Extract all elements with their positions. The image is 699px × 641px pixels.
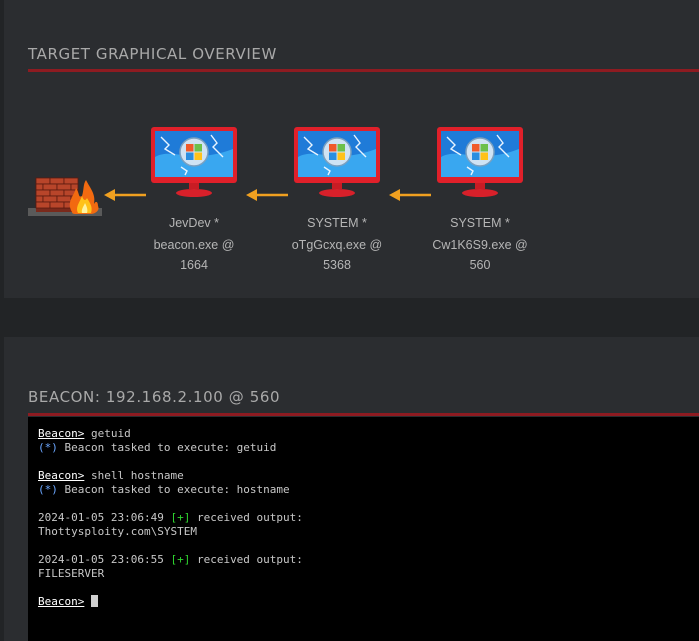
console-input-line[interactable]: Beacon> — [38, 595, 303, 609]
console-text: Beacon tasked to execute: hostname — [57, 483, 290, 496]
node-user-label: SYSTEM * — [307, 216, 367, 230]
console-command: getuid — [84, 427, 131, 440]
node-process-label: Cw1K6S9.exe @560 — [432, 238, 528, 272]
compromised-monitor-icon — [294, 127, 380, 197]
console-blank-line — [38, 581, 303, 595]
node-user-label: JevDev * — [168, 216, 220, 230]
console-line: (*) Beacon tasked to execute: getuid — [38, 441, 303, 455]
console-timestamp: 2024-01-05 23:06:49 — [38, 511, 171, 524]
console-line: Thottysploity.com\SYSTEM — [38, 525, 303, 539]
console-output: Beacon> getuid (*) Beacon tasked to exec… — [38, 427, 303, 609]
console-line: 2024-01-05 23:06:49 [+] received output: — [38, 511, 303, 525]
firewall-icon — [28, 177, 102, 216]
console-blank-line — [38, 539, 303, 553]
beacon-title: BEACON: 192.168.2.100 @ 560 — [28, 388, 281, 406]
console-command: shell hostname — [84, 469, 184, 482]
node-process-label: oTgGcxq.exe @5368 — [291, 238, 383, 272]
console-text: Beacon tasked to execute: getuid — [57, 441, 277, 454]
console-line: 2024-01-05 23:06:55 [+] received output: — [38, 553, 303, 567]
target-overview-panel: TARGET GRAPHICAL OVERVIEW JevDev * beaco… — [4, 0, 699, 298]
console-line: Beacon> getuid — [38, 427, 303, 441]
console-blank-line — [38, 497, 303, 511]
console-line: (*) Beacon tasked to execute: hostname — [38, 483, 303, 497]
console-output-text: FILESERVER — [38, 567, 105, 580]
host-node[interactable]: SYSTEM * Cw1K6S9.exe @560 — [420, 127, 540, 275]
text-cursor — [90, 595, 98, 607]
node-user-label: SYSTEM * — [450, 216, 510, 230]
success-marker: [+] — [170, 511, 191, 524]
beacon-prompt: Beacon> — [38, 469, 85, 482]
console-text: received output: — [190, 553, 303, 566]
compromised-monitor-icon — [437, 127, 523, 197]
beacon-console-panel: BEACON: 192.168.2.100 @ 560 Beacon> getu… — [4, 337, 699, 641]
console-line: Beacon> shell hostname — [38, 469, 303, 483]
console-text: received output: — [190, 511, 303, 524]
beacon-prompt: Beacon> — [38, 427, 85, 440]
info-marker: (*) — [38, 441, 58, 454]
info-marker: (*) — [38, 483, 58, 496]
host-node[interactable]: SYSTEM * oTgGcxq.exe @5368 — [277, 127, 397, 275]
console-line: FILESERVER — [38, 567, 303, 581]
console-timestamp: 2024-01-05 23:06:55 — [38, 553, 171, 566]
node-process-label: beacon.exe @1664 — [153, 238, 235, 272]
host-node[interactable]: JevDev * beacon.exe @1664 — [134, 127, 254, 275]
beacon-prompt: Beacon> — [38, 595, 85, 608]
success-marker: [+] — [170, 553, 191, 566]
compromised-monitor-icon — [151, 127, 237, 197]
beacon-divider — [28, 413, 699, 416]
beacon-console[interactable]: Beacon> getuid (*) Beacon tasked to exec… — [28, 417, 699, 641]
overview-divider — [28, 69, 699, 72]
overview-title: TARGET GRAPHICAL OVERVIEW — [28, 45, 277, 63]
console-blank-line — [38, 455, 303, 469]
console-output-text: Thottysploity.com\SYSTEM — [38, 525, 197, 538]
